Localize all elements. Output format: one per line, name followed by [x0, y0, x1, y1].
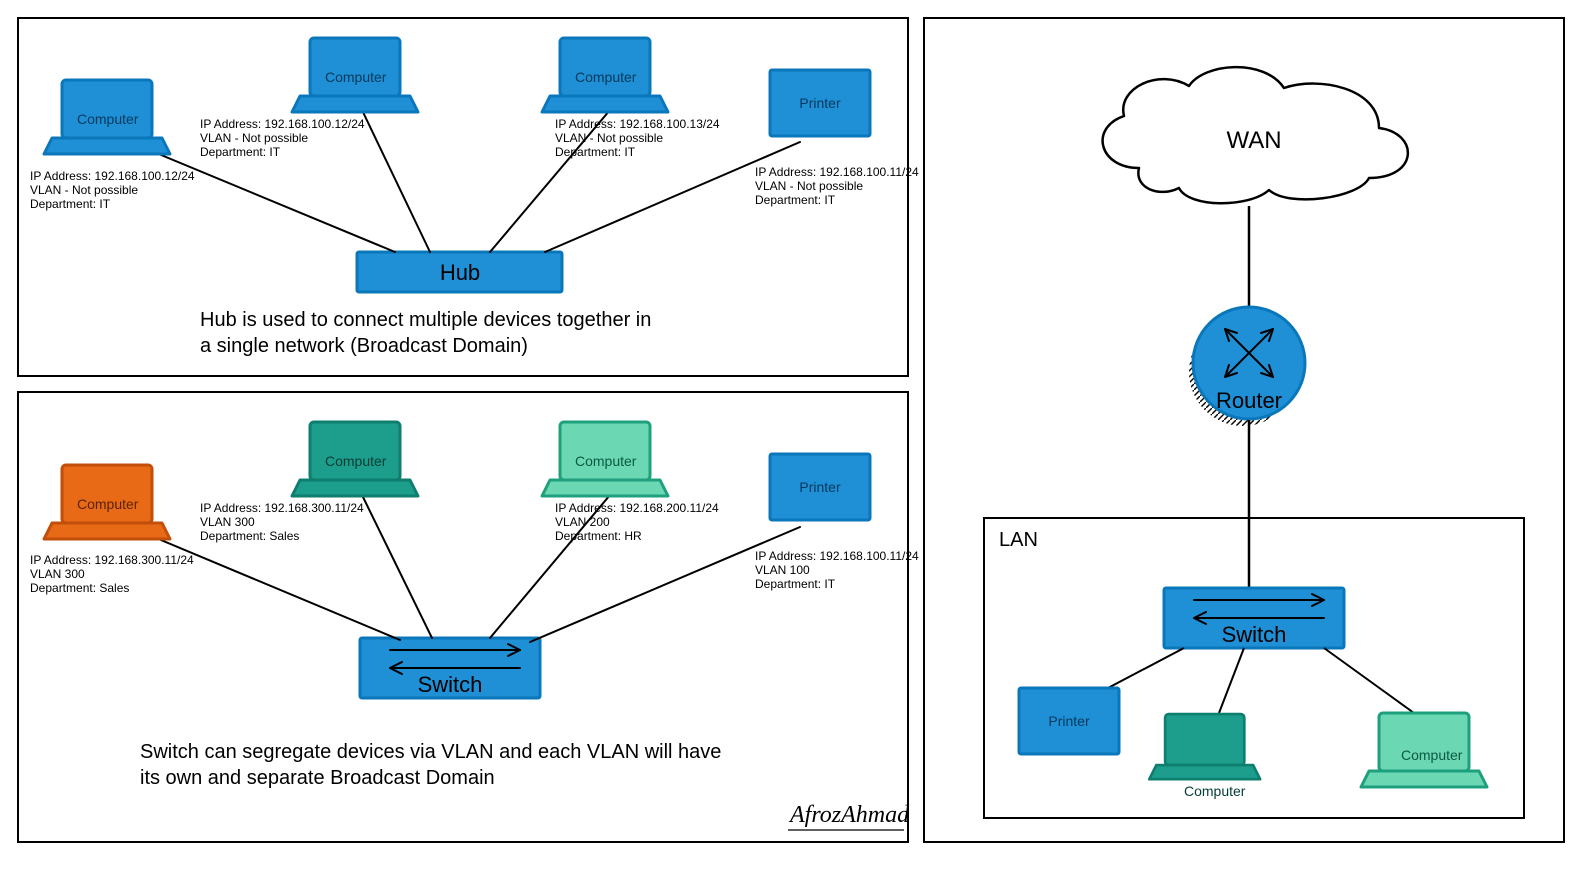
hub-dev-0-label: Computer [77, 111, 139, 127]
switch-dev-0-label: Computer [77, 496, 139, 512]
switch-dev-3: Printer IP Address: 192.168.100.11/24 VL… [755, 454, 919, 591]
lan-link-comp1 [1219, 648, 1244, 713]
hub-caption-1: Hub is used to connect multiple devices … [200, 309, 651, 331]
hub-dev-2-dept: Department: IT [555, 145, 636, 159]
switch-dev-2-ip: IP Address: 192.168.200.11/24 [555, 501, 719, 515]
switch-dev-1: Computer IP Address: 192.168.300.11/24 V… [200, 422, 418, 543]
switch-caption-2: its own and separate Broadcast Domain [140, 767, 495, 789]
hub-dev-3-vlan: VLAN - Not possible [755, 179, 863, 193]
hub-dev-2-label: Computer [575, 69, 637, 85]
lan-label: LAN [999, 529, 1038, 551]
switch-dev-3-label: Printer [799, 479, 841, 495]
lan-computer-2: Computer [1361, 713, 1487, 787]
switch-link-1 [362, 495, 432, 638]
lan-printer: Printer [1019, 688, 1119, 754]
switch-dev-1-ip: IP Address: 192.168.300.11/24 [200, 501, 364, 515]
lan-printer-label: Printer [1048, 713, 1090, 729]
hub-dev-2-ip: IP Address: 192.168.100.13/24 [555, 117, 720, 131]
switch-dev-1-label: Computer [325, 453, 387, 469]
switch-dev-1-vlan: VLAN 300 [200, 515, 255, 529]
hub-link-1 [362, 110, 430, 252]
wan-lan-diagram: WAN Router LAN Switch [984, 67, 1524, 818]
switch-dev-3-vlan: VLAN 100 [755, 563, 810, 577]
switch-dev-2-label: Computer [575, 453, 637, 469]
hub-dev-3-dept: Department: IT [755, 193, 836, 207]
lan-switch-label: Switch [1222, 622, 1287, 647]
switch-dev-0-ip: IP Address: 192.168.300.11/24 [30, 553, 194, 567]
lan-computer-1: Computer [1149, 714, 1260, 799]
hub-dev-3-label: Printer [799, 95, 841, 111]
hub-dev-2: Computer IP Address: 192.168.100.13/24 V… [542, 38, 720, 159]
hub-link-0 [137, 145, 395, 252]
wan-cloud: WAN [1103, 67, 1408, 203]
lan-link-comp2 [1324, 648, 1414, 713]
switch-dev-2-vlan: VLAN 200 [555, 515, 610, 529]
hub-caption-2: a single network (Broadcast Domain) [200, 335, 528, 357]
switch-device: Switch [360, 638, 540, 698]
switch-dev-0: Computer IP Address: 192.168.300.11/24 V… [30, 465, 194, 595]
switch-diagram: Switch Computer IP Address: 192.168.300.… [30, 422, 919, 789]
router-label: Router [1216, 388, 1282, 413]
hub-dev-1-vlan: VLAN - Not possible [200, 131, 308, 145]
hub-label: Hub [440, 260, 480, 285]
hub-dev-1-ip: IP Address: 192.168.100.12/24 [200, 117, 365, 131]
switch-link-0 [137, 530, 400, 640]
lan-computer-2-label: Computer [1401, 747, 1463, 763]
switch-dev-0-vlan: VLAN 300 [30, 567, 85, 581]
credit-text: AfrozAhmad [788, 802, 910, 828]
lan-computer-1-label: Computer [1184, 783, 1246, 799]
lan-switch: Switch [1164, 588, 1344, 648]
switch-dev-3-ip: IP Address: 192.168.100.11/24 [755, 549, 919, 563]
hub-diagram: Hub Computer IP Address: 192.168.100.12/… [30, 38, 919, 357]
hub-dev-0-ip: IP Address: 192.168.100.12/24 [30, 169, 195, 183]
hub-device: Hub [357, 252, 562, 292]
hub-dev-1: Computer IP Address: 192.168.100.12/24 V… [200, 38, 418, 159]
wan-label: WAN [1226, 127, 1281, 154]
hub-dev-0-dept: Department: IT [30, 197, 111, 211]
switch-dev-1-dept: Department: Sales [200, 529, 299, 543]
hub-dev-0-vlan: VLAN - Not possible [30, 183, 138, 197]
switch-dev-2: Computer IP Address: 192.168.200.11/24 V… [542, 422, 719, 543]
switch-label: Switch [418, 672, 483, 697]
router: Router [1189, 307, 1305, 426]
hub-dev-0: Computer IP Address: 192.168.100.12/24 V… [30, 80, 195, 211]
hub-dev-2-vlan: VLAN - Not possible [555, 131, 663, 145]
switch-dev-2-dept: Department: HR [555, 529, 642, 543]
hub-dev-3: Printer IP Address: 192.168.100.11/24 VL… [755, 70, 919, 207]
credit-box: AfrozAhmad [788, 802, 910, 830]
hub-dev-1-label: Computer [325, 69, 387, 85]
switch-dev-0-dept: Department: Sales [30, 581, 129, 595]
switch-dev-3-dept: Department: IT [755, 577, 836, 591]
hub-dev-3-ip: IP Address: 192.168.100.11/24 [755, 165, 919, 179]
switch-caption-1: Switch can segregate devices via VLAN an… [140, 741, 721, 763]
hub-dev-1-dept: Department: IT [200, 145, 281, 159]
